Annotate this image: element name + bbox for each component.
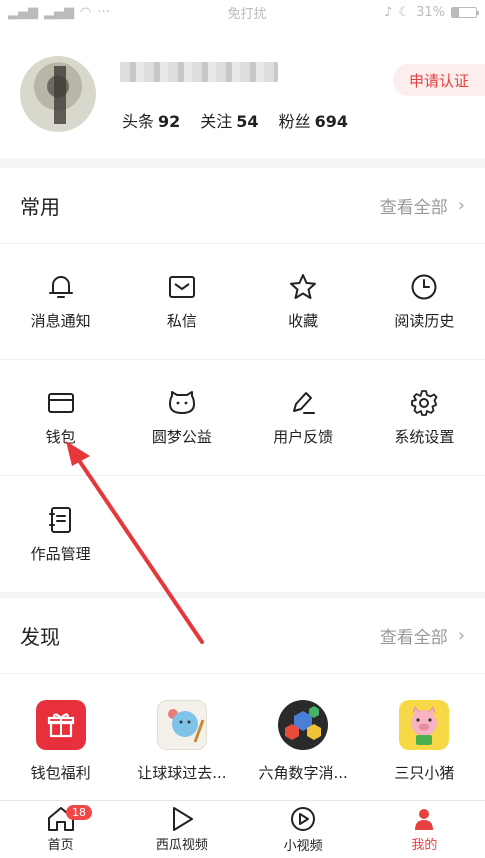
charity-item[interactable]: 圆梦公益 (121, 360, 242, 475)
tab-mine[interactable]: 我的 (364, 801, 485, 858)
grid-row: 钱包 圆梦公益 用户反馈 系统设置 (0, 360, 485, 476)
works-management-item[interactable]: 作品管理 (0, 476, 121, 592)
reading-history-item[interactable]: 阅读历史 (364, 244, 485, 359)
see-all-link[interactable]: 查看全部 › (380, 623, 465, 648)
wifi-icon: ◠ (80, 4, 92, 20)
feedback-item[interactable]: 用户反馈 (243, 360, 364, 475)
bell-off-icon: ♪ (384, 4, 393, 20)
common-header: 常用 查看全部 › (0, 168, 485, 244)
status-bar: ▂▄▆ ▂▄▆ ◠ ··· 免打扰 ♪ ☾ 31% (0, 0, 485, 24)
app-wallet-welfare[interactable]: 钱包福利 (0, 674, 121, 804)
notebook-icon (46, 505, 76, 535)
clock-icon (409, 272, 439, 302)
cat-face-icon (167, 388, 197, 418)
notification-badge: 18 (66, 805, 92, 820)
stat-following[interactable]: 关注 54 (200, 108, 258, 132)
bottom-tab-bar: 18 首页 西瓜视频 小视频 我的 (0, 800, 485, 858)
discover-apps: 钱包福利 让球球过去... 六角数字消... 三只小猪 (0, 674, 485, 804)
play-icon (172, 807, 193, 831)
tab-home[interactable]: 18 首页 (0, 801, 121, 858)
pen-icon (288, 388, 318, 418)
signal-icon: ▂▄▆ (44, 4, 74, 20)
hexagon-number-icon (278, 700, 329, 750)
app-three-pigs[interactable]: 三只小猪 (364, 674, 485, 804)
person-icon (415, 809, 434, 830)
profile-stats: 头条 92 关注 54 粉丝 694 (122, 108, 348, 132)
app-hexagon-number[interactable]: 六角数字消... (243, 674, 364, 804)
more-icon: ··· (97, 4, 110, 20)
avatar[interactable] (20, 56, 96, 132)
discover-header: 发现 查看全部 › (0, 598, 485, 674)
stat-followers[interactable]: 粉丝 694 (279, 108, 348, 132)
grid-row: 作品管理 (0, 476, 485, 592)
section-title: 发现 (20, 625, 60, 649)
moon-icon: ☾ (398, 4, 411, 20)
stat-headlines[interactable]: 头条 92 (122, 108, 180, 132)
app-ball-game[interactable]: 让球球过去... (121, 674, 242, 804)
common-section: 常用 查看全部 › 消息通知 私信 收藏 阅读历史 钱包 圆梦公益 用户反馈 系… (0, 168, 485, 592)
apply-certification-button[interactable]: 申请认证 (393, 64, 485, 96)
ball-game-icon (156, 700, 207, 750)
star-icon (288, 272, 318, 302)
signal-indicators: ▂▄▆ ▂▄▆ ◠ ··· (8, 5, 110, 20)
battery-icon (451, 6, 479, 18)
grid-row: 消息通知 私信 收藏 阅读历史 (0, 244, 485, 360)
mail-icon (167, 272, 197, 302)
chevron-right-icon: › (457, 195, 465, 216)
tab-xigua-video[interactable]: 西瓜视频 (121, 801, 242, 858)
username-blurred[interactable] (120, 62, 278, 82)
bell-icon (46, 272, 76, 302)
messages-item[interactable]: 私信 (121, 244, 242, 359)
mode-label: 免打扰 (227, 6, 267, 22)
short-video-icon (291, 807, 316, 831)
signal-icon: ▂▄▆ (8, 4, 38, 20)
notifications-item[interactable]: 消息通知 (0, 244, 121, 359)
section-title: 常用 (20, 195, 60, 219)
settings-item[interactable]: 系统设置 (364, 360, 485, 475)
pig-icon (399, 700, 450, 750)
battery-percent: 31% (416, 4, 445, 20)
chevron-right-icon: › (457, 625, 465, 646)
discover-section: 发现 查看全部 › 钱包福利 让球球过去... 六角数字消... 三只小猪 (0, 598, 485, 804)
wallet-item[interactable]: 钱包 (0, 360, 121, 475)
tab-short-video[interactable]: 小视频 (243, 801, 364, 858)
gift-icon (35, 700, 86, 750)
favorites-item[interactable]: 收藏 (243, 244, 364, 359)
wallet-icon (46, 388, 76, 418)
gear-icon (409, 388, 439, 418)
see-all-link[interactable]: 查看全部 › (380, 193, 465, 218)
profile-header[interactable]: 头条 92 关注 54 粉丝 694 申请认证 (0, 24, 485, 158)
